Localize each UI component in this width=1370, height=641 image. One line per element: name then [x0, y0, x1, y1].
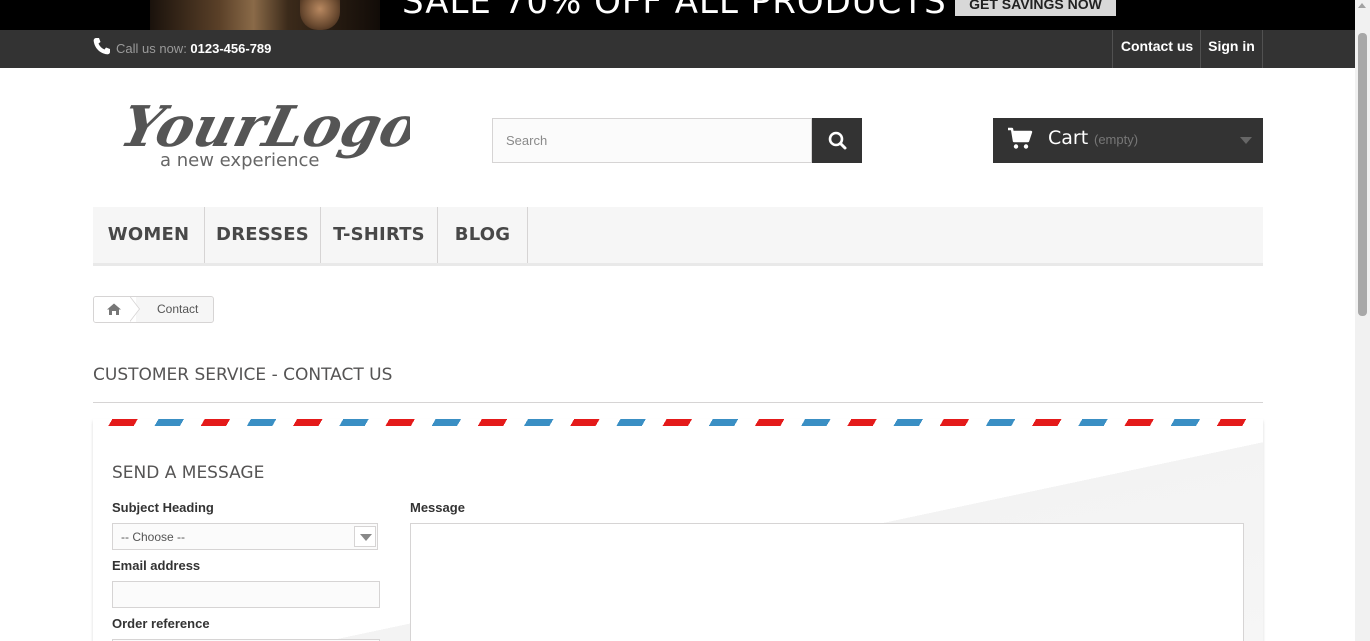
sign-in-link[interactable]: Sign in	[1200, 30, 1263, 68]
subject-select-value: -- Choose --	[121, 530, 186, 544]
banner-image	[150, 0, 380, 30]
scroll-thumb[interactable]	[1358, 33, 1367, 316]
call-us-text: Call us now: 0123-456-789	[116, 41, 271, 56]
page: SALE 70% OFF ALL PRODUCTS GET SAVINGS NO…	[0, 0, 1370, 641]
page-title: CUSTOMER SERVICE - CONTACT US	[93, 365, 393, 385]
order-reference-label: Order reference	[112, 616, 210, 631]
airmail-stripes	[93, 419, 1263, 426]
divider	[93, 402, 1263, 403]
phone-number: 0123-456-789	[190, 41, 272, 56]
menu-item-women[interactable]: WOMEN	[93, 207, 205, 263]
store-logo[interactable]: YourLogo a new experience	[110, 88, 410, 178]
menu-item-blog[interactable]: BLOG	[438, 207, 528, 263]
form-title: SEND A MESSAGE	[112, 463, 265, 483]
subject-select[interactable]: -- Choose --	[112, 523, 378, 550]
main-menu: WOMEN DRESSES T-SHIRTS BLOG	[93, 207, 1263, 266]
contact-form: SEND A MESSAGE Subject Heading -- Choose…	[93, 419, 1263, 641]
cart-button[interactable]: Cart (empty)	[993, 118, 1263, 163]
email-field[interactable]	[112, 581, 380, 608]
search-input[interactable]	[492, 118, 812, 163]
call-us-label: Call us now:	[116, 41, 191, 56]
banner-savings-button[interactable]: GET SAVINGS NOW	[955, 0, 1116, 16]
message-textarea[interactable]	[410, 523, 1244, 641]
banner-headline: SALE 70% OFF ALL PRODUCTS	[402, 0, 947, 22]
logo-tagline: a new experience	[160, 150, 319, 171]
breadcrumb-current: Contact	[157, 302, 199, 316]
top-bar: Call us now: 0123-456-789 Contact us Sig…	[0, 30, 1355, 68]
chevron-down-icon[interactable]	[354, 526, 376, 547]
breadcrumb: Contact	[93, 296, 214, 323]
email-label: Email address	[112, 558, 201, 573]
promo-banner[interactable]: SALE 70% OFF ALL PRODUCTS GET SAVINGS NO…	[0, 0, 1355, 30]
menu-item-dresses[interactable]: DRESSES	[205, 207, 321, 263]
cart-label: Cart	[1048, 127, 1089, 149]
page-scrollbar[interactable]	[1355, 0, 1370, 641]
scroll-up-arrow-icon[interactable]	[1358, 3, 1366, 8]
subject-label: Subject Heading	[112, 500, 214, 515]
search-button[interactable]	[812, 118, 862, 163]
shopping-cart-icon	[1008, 127, 1033, 149]
message-label: Message	[410, 500, 465, 515]
contact-us-link[interactable]: Contact us	[1112, 30, 1201, 68]
cart-status: (empty)	[1094, 132, 1139, 147]
menu-item-tshirts[interactable]: T-SHIRTS	[321, 207, 438, 263]
phone-icon	[93, 38, 110, 55]
search-bar	[492, 118, 862, 163]
cart-caret-icon	[1240, 137, 1252, 144]
search-icon	[828, 131, 847, 150]
